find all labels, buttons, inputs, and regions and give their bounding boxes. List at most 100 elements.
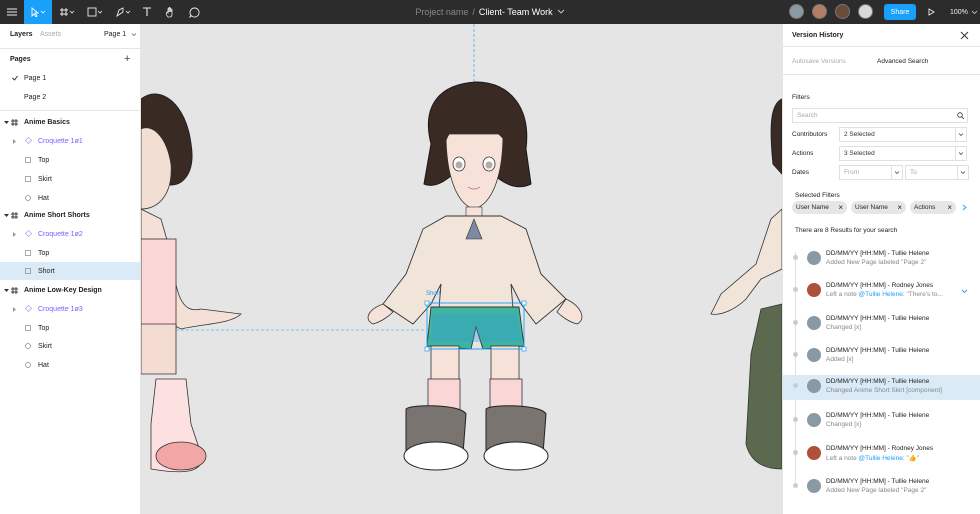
- remove-icon[interactable]: ×: [897, 201, 902, 214]
- tab-autosave-versions[interactable]: Autosave Versions: [792, 58, 846, 65]
- layer-label: Hat: [38, 361, 49, 369]
- frame-tool-icon[interactable]: [54, 0, 80, 24]
- page-select[interactable]: Page 1: [104, 31, 126, 38]
- date-from-input[interactable]: From: [839, 165, 892, 180]
- chip-label: User Name: [796, 204, 829, 211]
- layer-label: Hat: [38, 194, 49, 202]
- history-item[interactable]: DD/MM/YY [HH:MM] - Rodney Jones Left a n…: [783, 442, 980, 467]
- character-right-illustration[interactable]: [710, 98, 782, 470]
- tab-advanced-search[interactable]: Advanced Search: [877, 58, 928, 65]
- share-button[interactable]: Share: [884, 4, 916, 20]
- date-to-input[interactable]: To: [905, 165, 958, 180]
- caret-right-icon[interactable]: [13, 307, 16, 312]
- mention[interactable]: @Tullie Helene:: [859, 291, 905, 298]
- layer-frame-anime-basics[interactable]: Anime Basics: [0, 113, 140, 132]
- play-icon[interactable]: [924, 0, 938, 24]
- layer-frame-anime-short-shorts[interactable]: Anime Short Shorts: [0, 206, 140, 225]
- avatar: [807, 348, 821, 362]
- tab-layers[interactable]: Layers: [10, 31, 33, 38]
- layer-item[interactable]: Skirt: [0, 337, 140, 355]
- avatar: [807, 413, 821, 427]
- history-item[interactable]: DD/MM/YY [HH:MM] - Tullie Helene Added N…: [783, 247, 980, 272]
- close-icon[interactable]: [960, 31, 969, 40]
- date-from-dropdown[interactable]: [891, 165, 903, 180]
- filter-chip[interactable]: User Name ×: [792, 201, 847, 214]
- zoom-level[interactable]: 100%: [950, 0, 978, 24]
- caret-down-icon[interactable]: [4, 214, 9, 218]
- shape-tool-icon[interactable]: [82, 0, 108, 24]
- history-item[interactable]: DD/MM/YY [HH:MM] - Tullie Helene Changed…: [783, 312, 980, 337]
- layer-frame-anime-low-key-design[interactable]: Anime Low-Key Design: [0, 281, 140, 300]
- character-left-illustration[interactable]: [141, 93, 242, 473]
- layer-item[interactable]: Hat: [0, 356, 140, 374]
- filter-chip[interactable]: User Name ×: [851, 201, 906, 214]
- component-icon: [25, 230, 32, 237]
- layer-item-selected[interactable]: Short: [0, 262, 140, 280]
- caret-right-icon[interactable]: [13, 232, 16, 237]
- design-canvas[interactable]: Short: [141, 24, 782, 514]
- chevron-down-icon[interactable]: [961, 289, 968, 294]
- avatar: [807, 379, 821, 393]
- caret-down-icon[interactable]: [4, 121, 9, 125]
- chevron-down-icon[interactable]: [557, 9, 565, 15]
- history-item[interactable]: DD/MM/YY [HH:MM] - Rodney Jones Left a n…: [783, 279, 980, 304]
- resize-handle[interactable]: [424, 346, 430, 352]
- search-input[interactable]: Search: [792, 108, 968, 123]
- chevron-down-icon[interactable]: [971, 10, 978, 15]
- character-center-illustration[interactable]: [367, 81, 583, 471]
- actions-dropdown[interactable]: [955, 146, 967, 161]
- project-name[interactable]: Project name: [415, 7, 468, 17]
- actions-select[interactable]: 3 Selected: [839, 146, 956, 161]
- chevron-down-icon[interactable]: [131, 33, 137, 37]
- layer-item[interactable]: Croquette 1ø2: [0, 225, 140, 243]
- frame-layer-icon: [25, 268, 31, 274]
- note-prefix: Left a note: [826, 291, 859, 298]
- history-item[interactable]: DD/MM/YY [HH:MM] - Tullie Helene Added N…: [783, 475, 980, 500]
- resize-handle[interactable]: [521, 300, 527, 306]
- chip-label: User Name: [855, 204, 888, 211]
- tab-assets[interactable]: Assets: [40, 31, 61, 38]
- layer-item[interactable]: Top: [0, 319, 140, 337]
- file-name[interactable]: Client- Team Work: [479, 7, 553, 17]
- page-item-2[interactable]: Page 2: [0, 88, 140, 106]
- history-detail: Changed [x]: [826, 324, 862, 331]
- layer-item[interactable]: Croquette 1ø1: [0, 132, 140, 150]
- pages-title: Pages: [10, 56, 31, 63]
- caret-down-icon[interactable]: [4, 289, 9, 293]
- remove-icon[interactable]: ×: [947, 201, 952, 214]
- resize-handle[interactable]: [424, 300, 430, 306]
- chevron-right-icon[interactable]: [962, 204, 967, 211]
- page-item-1[interactable]: Page 1: [0, 69, 140, 87]
- text-tool-icon[interactable]: [138, 0, 156, 24]
- avatar[interactable]: [858, 4, 873, 19]
- layer-item[interactable]: Top: [0, 244, 140, 262]
- layer-item[interactable]: Croquette 1ø3: [0, 300, 140, 318]
- history-item[interactable]: DD/MM/YY [HH:MM] - Tullie Helene Changed…: [783, 409, 980, 434]
- contributors-select[interactable]: 2 Selected: [839, 127, 956, 142]
- frame-layer-icon: [25, 157, 31, 163]
- mention[interactable]: @Tullie Helene:: [859, 455, 905, 462]
- layer-item[interactable]: Skirt: [0, 170, 140, 188]
- layer-label: Anime Basics: [24, 119, 70, 126]
- page-label: Page 1: [24, 74, 47, 82]
- layer-item[interactable]: Hat: [0, 189, 140, 207]
- date-to-dropdown[interactable]: [957, 165, 969, 180]
- pen-tool-icon[interactable]: [110, 0, 136, 24]
- hand-tool-icon[interactable]: [160, 0, 180, 24]
- add-page-icon[interactable]: +: [124, 53, 130, 65]
- avatar[interactable]: [812, 4, 827, 19]
- caret-right-icon[interactable]: [13, 139, 16, 144]
- avatar[interactable]: [789, 4, 804, 19]
- search-icon[interactable]: [957, 112, 964, 119]
- avatar[interactable]: [835, 4, 850, 19]
- history-item-selected[interactable]: DD/MM/YY [HH:MM] - Tullie Helene Changed…: [783, 375, 980, 400]
- layer-item[interactable]: Top: [0, 151, 140, 169]
- remove-icon[interactable]: ×: [838, 201, 843, 214]
- resize-handle[interactable]: [521, 346, 527, 352]
- move-tool-icon[interactable]: [24, 0, 52, 24]
- menu-icon[interactable]: [0, 0, 24, 24]
- history-item[interactable]: DD/MM/YY [HH:MM] - Tullie Helene Added […: [783, 344, 980, 369]
- contributors-dropdown[interactable]: [955, 127, 967, 142]
- filter-chip[interactable]: Actions ×: [910, 201, 956, 214]
- comment-tool-icon[interactable]: [184, 0, 204, 24]
